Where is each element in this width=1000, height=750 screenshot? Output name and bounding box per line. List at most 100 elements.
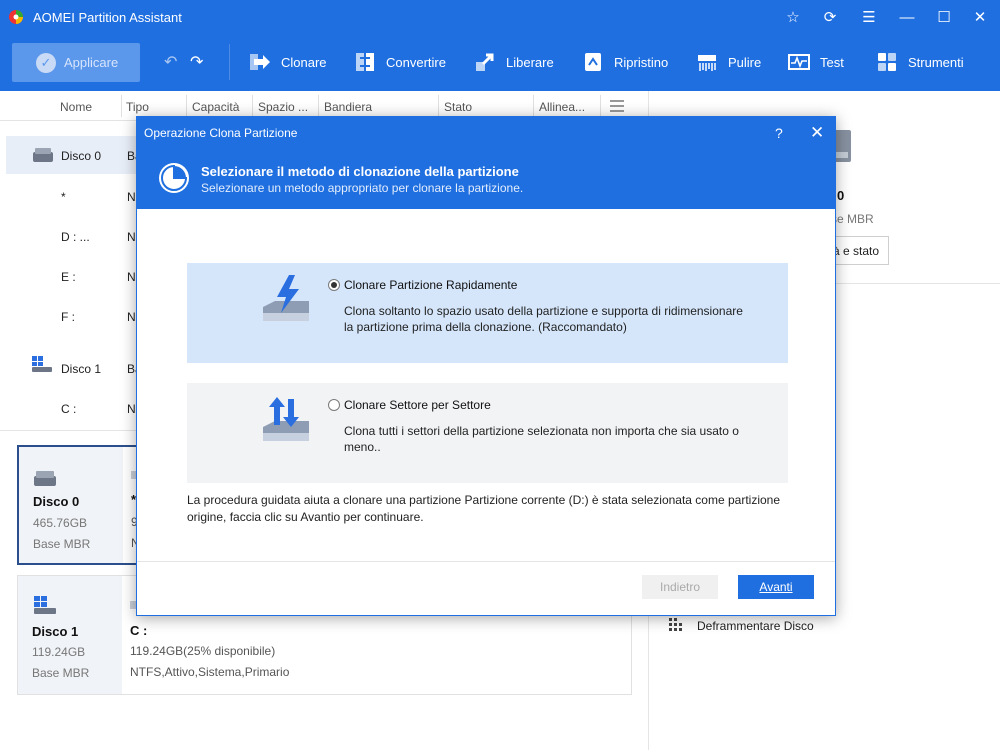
- toolbar-wipe-label: Pulire: [728, 54, 762, 70]
- toolbar-tools-label: Strumenti: [908, 54, 964, 70]
- clone-partition-dialog: Operazione Clona Partizione ? ✕ Selezion…: [136, 116, 836, 616]
- maximize-icon[interactable]: ☐: [931, 5, 957, 29]
- pie-chart-icon: [159, 163, 189, 193]
- radio-sector-clone[interactable]: [328, 399, 340, 411]
- free-space-icon: [476, 53, 494, 71]
- minimize-icon[interactable]: —: [894, 5, 920, 29]
- toolbar-recovery-button[interactable]: Ripristino: [582, 50, 668, 74]
- close-icon[interactable]: ✕: [967, 5, 993, 29]
- clone-icon: [250, 54, 270, 70]
- apply-label: Applicare: [64, 55, 119, 70]
- partition-name: C :: [130, 623, 148, 638]
- toolbar-free-button[interactable]: Liberare: [474, 50, 554, 74]
- row-type: N: [127, 270, 136, 284]
- disk-card-summary: Disco 1 119.24GB Base MBR: [18, 576, 122, 694]
- dialog-close-icon[interactable]: ✕: [810, 123, 824, 143]
- recovery-icon: [585, 53, 601, 71]
- column-divider[interactable]: [121, 95, 122, 117]
- column-settings-icon[interactable]: [609, 99, 625, 113]
- option-quick-clone-label: Clonare Partizione Rapidamente: [344, 278, 518, 292]
- column-divider[interactable]: [533, 95, 534, 117]
- column-status[interactable]: Stato: [444, 100, 472, 114]
- tools-icon: [878, 53, 896, 71]
- column-capacity[interactable]: Capacità: [192, 100, 239, 114]
- row-type: N: [127, 310, 136, 324]
- column-name[interactable]: Nome: [60, 100, 92, 114]
- disk-title: Disco 1: [32, 624, 79, 639]
- dialog-subheading: Selezionare un metodo appropriato per cl…: [201, 181, 524, 195]
- app-title: AOMEI Partition Assistant: [33, 10, 182, 25]
- wipe-icon: [698, 55, 716, 71]
- dialog-heading: Selezionare il metodo di clonazione dell…: [201, 164, 519, 179]
- partition-details: NTFS,Attivo,Sistema,Primario: [130, 665, 290, 679]
- row-type: N: [127, 230, 136, 244]
- refresh-icon[interactable]: ⟳: [817, 5, 843, 29]
- toolbar-tools-button[interactable]: Strumenti: [876, 50, 964, 74]
- column-divider[interactable]: [318, 95, 319, 117]
- column-divider[interactable]: [186, 95, 187, 117]
- undo-icon[interactable]: ↶: [164, 52, 177, 72]
- column-type[interactable]: Tipo: [126, 100, 149, 114]
- toolbar-convert-button[interactable]: Convertire: [354, 50, 446, 74]
- toolbar: ✓ Applicare ↶ ↷ Clonare Convertire Liber…: [0, 34, 1000, 91]
- column-divider[interactable]: [438, 95, 439, 117]
- option-quick-clone[interactable]: Clonare Partizione Rapidamente Clona sol…: [187, 263, 788, 363]
- row-name: D : ...: [61, 230, 90, 244]
- next-button[interactable]: Avanti: [738, 575, 814, 599]
- row-name: C :: [61, 402, 77, 416]
- selected-disk-type: se MBR: [831, 212, 874, 226]
- toolbar-clone-label: Clonare: [281, 54, 327, 70]
- row-name: E :: [61, 270, 76, 284]
- menu-icon[interactable]: ☰: [856, 5, 882, 29]
- option-sector-clone-label: Clonare Settore per Settore: [344, 398, 491, 412]
- disk-type: Base MBR: [33, 537, 91, 551]
- quick-clone-icon: [263, 275, 309, 321]
- row-name: *: [61, 190, 66, 204]
- column-divider[interactable]: [600, 95, 601, 117]
- row-name: F :: [61, 310, 75, 324]
- option-sector-clone-desc: Clona tutti i settori della partizione s…: [344, 424, 739, 454]
- column-divider[interactable]: [252, 95, 253, 117]
- radio-quick-clone[interactable]: [328, 279, 340, 291]
- disk-title: Disco 0: [33, 494, 80, 509]
- hard-disk-icon: [33, 148, 53, 162]
- dialog-footer-divider: [137, 561, 835, 562]
- partition-capacity: 119.24GB(25% disponibile): [130, 644, 276, 658]
- test-icon: [788, 54, 810, 70]
- defragment-disk-link[interactable]: Deframmentare Disco: [697, 619, 814, 633]
- row-type: N: [127, 190, 136, 204]
- help-icon[interactable]: ?: [775, 125, 783, 141]
- toolbar-wipe-button[interactable]: Pulire: [696, 50, 761, 74]
- toolbar-recovery-label: Ripristino: [614, 54, 669, 70]
- disk-size: 465.76GB: [33, 516, 88, 530]
- dialog-title: Operazione Clona Partizione: [144, 126, 298, 140]
- column-alignment[interactable]: Allinea...: [539, 100, 585, 114]
- toolbar-test-label: Test: [820, 54, 844, 70]
- check-icon: ✓: [36, 52, 56, 73]
- back-button[interactable]: Indietro: [642, 575, 718, 599]
- system-disk-icon: [32, 356, 52, 372]
- toolbar-clone-button[interactable]: Clonare: [249, 50, 327, 74]
- defragment-icon: [669, 618, 682, 631]
- row-name: Disco 1: [61, 362, 102, 376]
- toolbar-test-button[interactable]: Test: [788, 50, 844, 74]
- option-sector-clone[interactable]: Clonare Settore per Settore Clona tutti …: [187, 383, 788, 483]
- sector-clone-icon: [263, 397, 309, 441]
- disk-type: Base MBR: [32, 666, 90, 680]
- column-used-space[interactable]: Spazio ...: [258, 100, 308, 114]
- dialog-title-bar: Operazione Clona Partizione ? ✕: [137, 117, 835, 149]
- option-quick-clone-desc: Clona soltanto lo spazio usato della par…: [344, 304, 743, 334]
- system-disk-icon: [34, 596, 56, 614]
- row-name: Disco 0: [61, 149, 102, 163]
- top-bar: AOMEI Partition Assistant ☆ ⟳ ☰ — ☐ ✕ ✓ …: [0, 0, 1000, 91]
- selected-disk-label: 0: [837, 188, 845, 203]
- toolbar-free-label: Liberare: [506, 54, 554, 70]
- star-icon[interactable]: ☆: [780, 5, 806, 29]
- hard-disk-icon: [34, 471, 56, 486]
- toolbar-divider: [229, 44, 230, 80]
- disk-card-summary: Disco 0 465.76GB Base MBR: [19, 447, 123, 563]
- redo-icon[interactable]: ↷: [190, 52, 203, 72]
- column-flag[interactable]: Bandiera: [324, 100, 372, 114]
- convert-icon: [356, 53, 374, 71]
- apply-button[interactable]: ✓ Applicare: [12, 43, 140, 82]
